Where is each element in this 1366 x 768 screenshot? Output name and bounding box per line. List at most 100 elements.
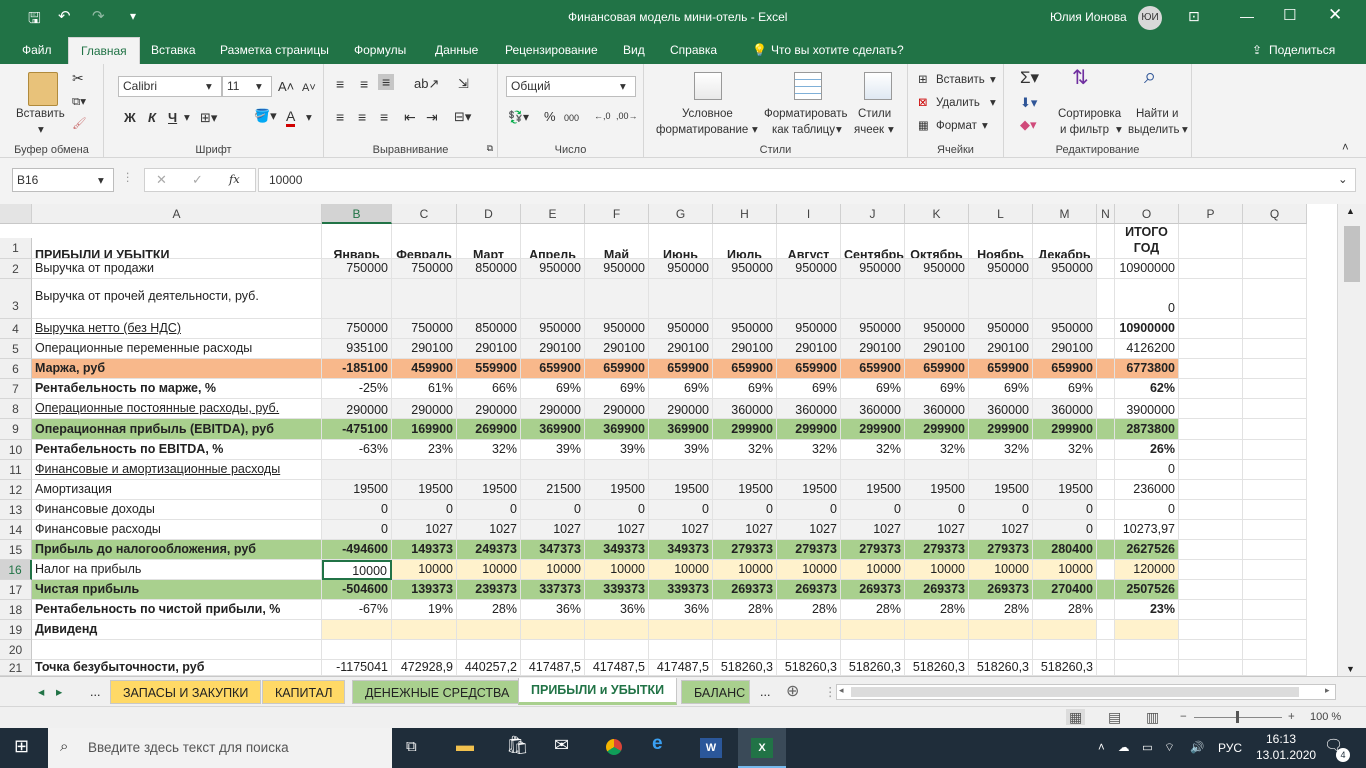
cell[interactable] — [1033, 640, 1097, 660]
cancel-icon[interactable]: ✕ — [156, 172, 167, 188]
cell[interactable]: 19500 — [649, 480, 713, 500]
cell[interactable]: 290000 — [521, 399, 585, 419]
cell[interactable] — [841, 279, 905, 319]
align-bottom-icon[interactable]: ≡ — [378, 74, 395, 90]
cell[interactable]: 120000 — [1115, 560, 1179, 580]
cell[interactable] — [1243, 259, 1307, 279]
cell[interactable]: 36% — [649, 600, 713, 620]
cell[interactable]: 10000 — [322, 560, 392, 580]
cell[interactable]: 750000 — [392, 319, 457, 339]
next-sheet-icon[interactable]: ▸ — [50, 680, 68, 704]
decrease-decimal-icon[interactable]: ,00→ — [616, 108, 638, 124]
windows-start-icon[interactable]: ⊞ — [14, 737, 29, 755]
column-header[interactable]: H — [713, 204, 777, 224]
row-header[interactable]: 21 — [0, 660, 32, 676]
cell[interactable]: 270400 — [1033, 580, 1097, 600]
row-header[interactable]: 20 — [0, 640, 32, 660]
number-format-select[interactable]: Общий — [506, 76, 636, 97]
save-icon[interactable]: 🖫 — [28, 8, 41, 33]
cell[interactable] — [1097, 359, 1115, 379]
cell[interactable]: 950000 — [777, 259, 841, 279]
cell[interactable]: 28% — [1033, 600, 1097, 620]
formula-input[interactable]: 10000 — [258, 168, 1356, 192]
cell[interactable]: 290100 — [649, 339, 713, 359]
cell[interactable] — [1179, 500, 1243, 520]
font-size-dropdown-icon[interactable]: ▾ — [256, 79, 262, 95]
cell[interactable] — [392, 640, 457, 660]
sheet-tab-profit-loss[interactable]: ПРИБЫЛИ и УБЫТКИ — [518, 678, 678, 705]
cell[interactable]: 0 — [841, 500, 905, 520]
cell[interactable]: Выручка от прочей деятельности, руб. — [32, 279, 322, 319]
increase-indent-icon[interactable]: ⇥ — [426, 109, 438, 125]
cell[interactable] — [1243, 640, 1307, 660]
delete-cells-dropdown-icon[interactable]: ▾ — [990, 95, 996, 111]
cell[interactable]: 659900 — [777, 359, 841, 379]
cell[interactable]: 290100 — [392, 339, 457, 359]
cell[interactable]: 32% — [905, 440, 969, 460]
cell[interactable]: 36% — [521, 600, 585, 620]
cell[interactable]: 279373 — [713, 540, 777, 560]
cell[interactable] — [1179, 224, 1243, 259]
cell[interactable] — [1097, 500, 1115, 520]
cell[interactable]: Дивиденд — [32, 620, 322, 640]
cell[interactable]: Налог на прибыль — [32, 560, 322, 580]
tab-data[interactable]: Данные — [435, 43, 478, 57]
cell[interactable]: -494600 — [322, 540, 392, 560]
cell[interactable]: 559900 — [457, 359, 521, 379]
align-center-icon[interactable]: ≡ — [358, 109, 366, 125]
column-header[interactable]: Q — [1243, 204, 1307, 224]
cell[interactable]: 36% — [585, 600, 649, 620]
cell[interactable] — [1179, 319, 1243, 339]
cell[interactable]: 950000 — [649, 319, 713, 339]
format-cells-dropdown-icon[interactable]: ▾ — [982, 118, 988, 134]
cell[interactable]: 4126200 — [1115, 339, 1179, 359]
cell[interactable] — [841, 620, 905, 640]
cell[interactable]: 10000 — [777, 560, 841, 580]
align-middle-icon[interactable]: ≡ — [360, 76, 368, 92]
row-header[interactable]: 3 — [0, 279, 32, 319]
cell[interactable] — [585, 640, 649, 660]
cell[interactable]: 249373 — [457, 540, 521, 560]
fill-color-icon[interactable]: 🪣▾ — [254, 108, 277, 124]
cell[interactable]: 19500 — [1033, 480, 1097, 500]
cell[interactable]: 32% — [457, 440, 521, 460]
cell[interactable]: 2627526 — [1115, 540, 1179, 560]
word-icon[interactable]: W — [700, 738, 722, 758]
row-header[interactable]: 15 — [0, 540, 32, 560]
cell-styles-dropdown-icon[interactable]: ▾ — [888, 122, 894, 138]
format-table-label-2[interactable]: как таблицу — [772, 122, 835, 138]
conditional-format-dropdown-icon[interactable]: ▾ — [752, 122, 758, 138]
font-color-icon[interactable]: A — [286, 108, 296, 127]
row-header[interactable]: 1 — [0, 238, 32, 259]
cell[interactable]: 1027 — [777, 520, 841, 540]
cell[interactable]: Август — [777, 224, 841, 259]
avatar[interactable]: ЮИ — [1138, 6, 1162, 30]
cell[interactable]: Прибыль до налогообложения, руб — [32, 540, 322, 560]
cell[interactable] — [1243, 359, 1307, 379]
cell[interactable] — [1097, 460, 1115, 480]
cell[interactable]: Выручка от продажи — [32, 259, 322, 279]
column-header[interactable]: A — [32, 204, 322, 224]
cell[interactable]: 659900 — [521, 359, 585, 379]
cell[interactable]: 0 — [1033, 520, 1097, 540]
cell[interactable] — [1097, 319, 1115, 339]
cell[interactable] — [585, 279, 649, 319]
cell[interactable]: 440257,2 — [457, 660, 521, 676]
cell[interactable]: 62% — [1115, 379, 1179, 399]
cell[interactable]: 32% — [1033, 440, 1097, 460]
cell[interactable]: 850000 — [457, 319, 521, 339]
chrome-icon[interactable] — [603, 736, 625, 758]
cell[interactable] — [1097, 480, 1115, 500]
cell[interactable]: -25% — [322, 379, 392, 399]
cell[interactable] — [392, 460, 457, 480]
format-cells-button[interactable]: Формат — [936, 118, 977, 134]
font-color-dropdown-icon[interactable]: ▾ — [306, 110, 312, 126]
cell[interactable]: 349373 — [649, 540, 713, 560]
cell[interactable] — [905, 640, 969, 660]
cell[interactable]: 290100 — [905, 339, 969, 359]
cell[interactable]: Январь — [322, 224, 392, 259]
cell[interactable]: 10000 — [905, 560, 969, 580]
cell[interactable]: 950000 — [649, 259, 713, 279]
cell[interactable]: 360000 — [969, 399, 1033, 419]
maximize-icon[interactable]: ☐ — [1283, 6, 1296, 24]
